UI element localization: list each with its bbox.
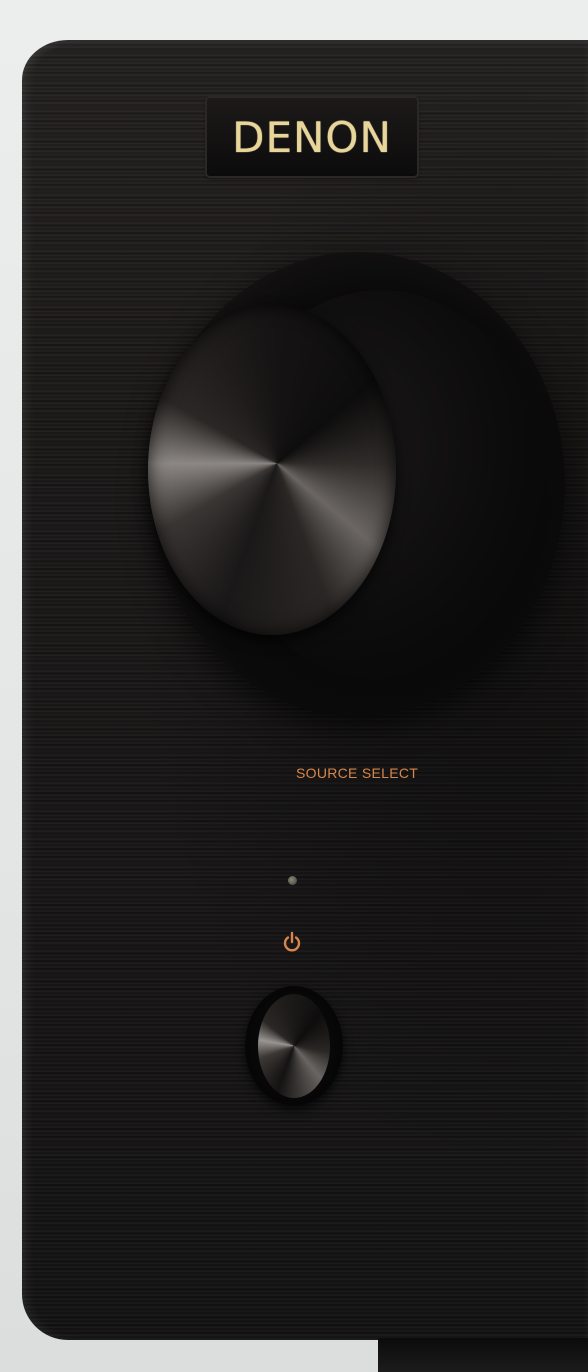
power-icon [283, 931, 301, 952]
standby-led [288, 876, 297, 885]
power-button[interactable] [258, 994, 330, 1098]
source-select-label: SOURCE SELECT [296, 765, 419, 781]
brand-logo-text: DENON [232, 112, 392, 162]
source-select-knob[interactable] [148, 305, 396, 635]
denon-logo-badge: DENON [207, 98, 417, 176]
amplifier-foot [378, 1338, 588, 1372]
